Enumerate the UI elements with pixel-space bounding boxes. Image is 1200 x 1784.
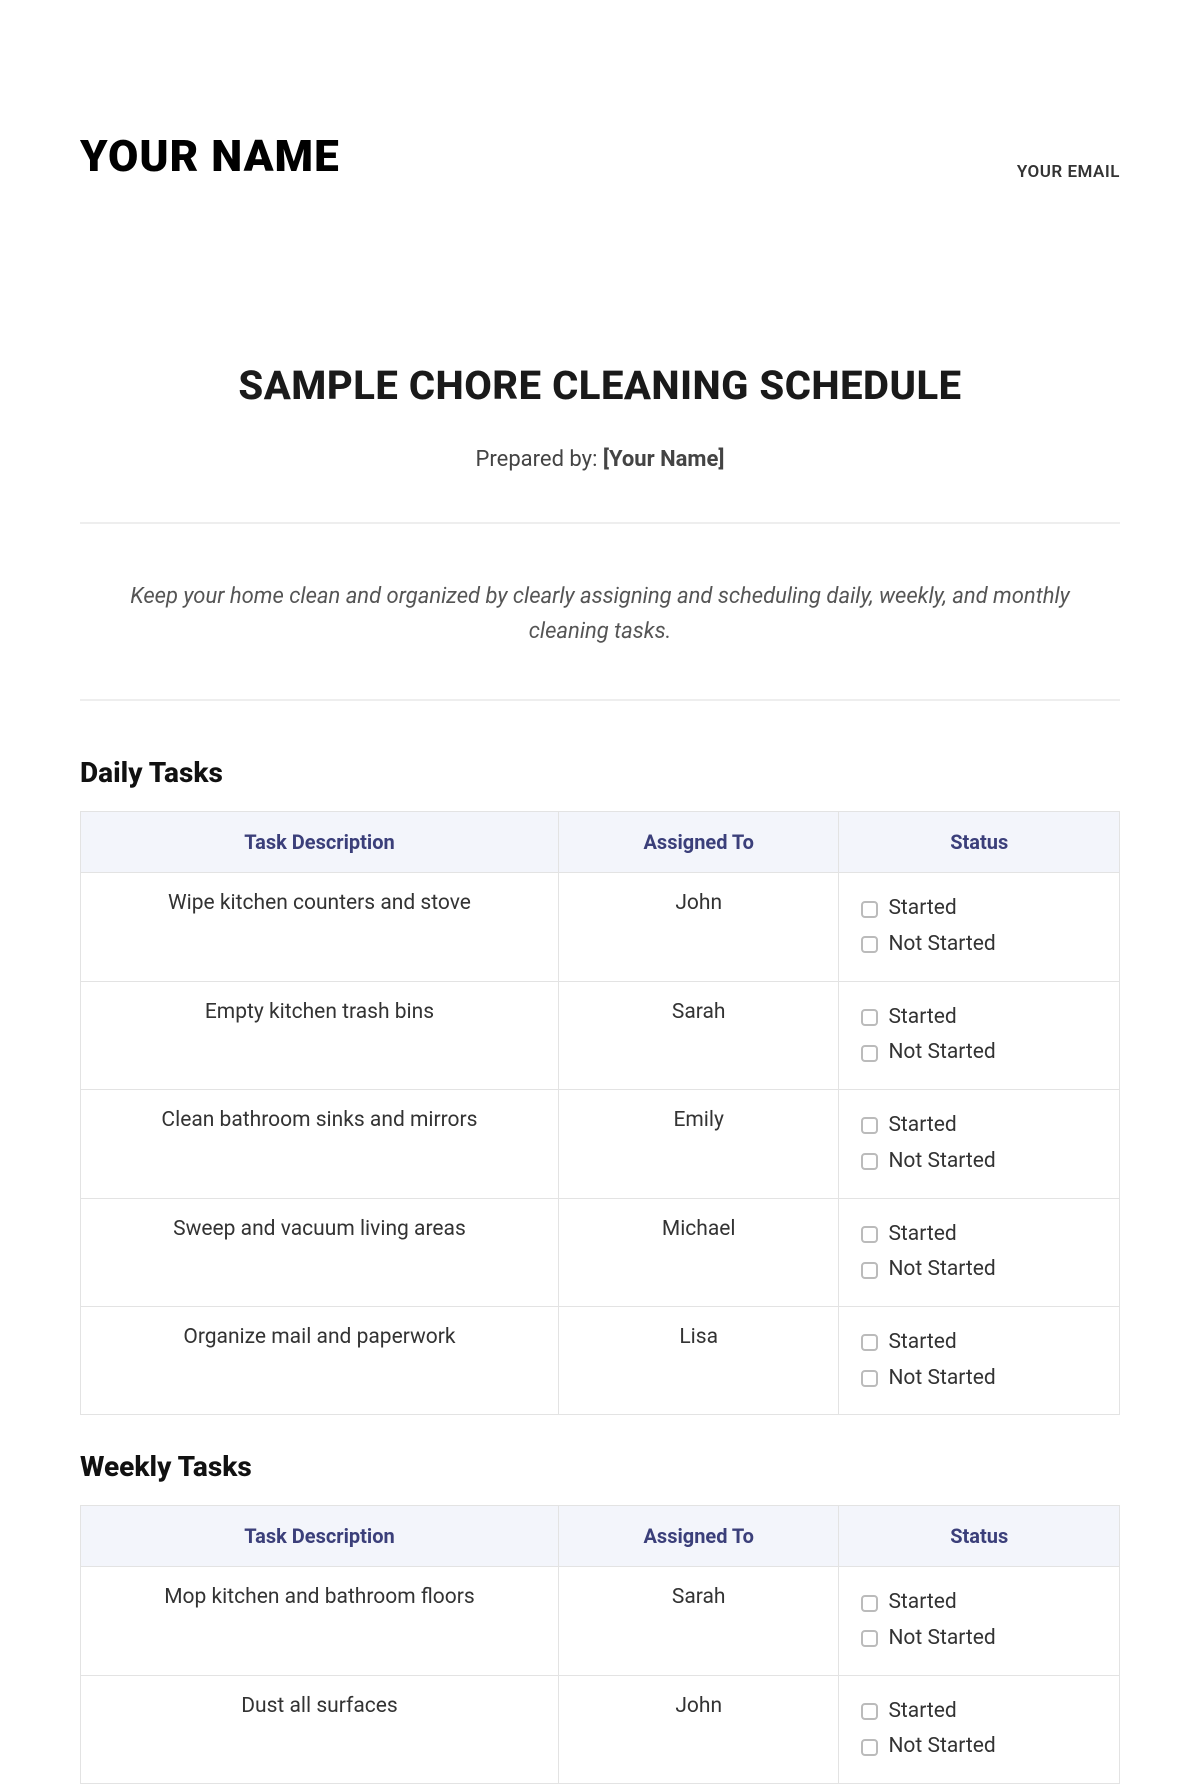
task-description: Mop kitchen and bathroom floors bbox=[81, 1567, 559, 1675]
status-option: Started bbox=[861, 891, 1103, 927]
task-description: Organize mail and paperwork bbox=[81, 1306, 559, 1414]
checkbox-icon[interactable] bbox=[861, 1009, 878, 1026]
status-label: Started bbox=[888, 891, 956, 927]
prepared-by-value: [Your Name] bbox=[603, 447, 725, 472]
checkbox-icon[interactable] bbox=[861, 1630, 878, 1647]
assigned-to: John bbox=[558, 1675, 839, 1783]
status-label: Started bbox=[888, 1000, 956, 1036]
status-label: Not Started bbox=[888, 1144, 995, 1180]
column-header-status: Status bbox=[839, 812, 1120, 873]
checkbox-icon[interactable] bbox=[861, 1739, 878, 1756]
status-label: Not Started bbox=[888, 1361, 995, 1397]
status-label: Started bbox=[888, 1585, 956, 1621]
assigned-to: Sarah bbox=[558, 981, 839, 1089]
task-description: Dust all surfaces bbox=[81, 1675, 559, 1783]
status-cell: StartedNot Started bbox=[839, 1567, 1120, 1675]
column-header-task: Task Description bbox=[81, 1506, 559, 1567]
prepared-by: Prepared by: [Your Name] bbox=[80, 447, 1120, 472]
status-label: Not Started bbox=[888, 1621, 995, 1657]
document-title: SAMPLE CHORE CLEANING SCHEDULE bbox=[80, 362, 1120, 409]
status-label: Started bbox=[888, 1217, 956, 1253]
column-header-status: Status bbox=[839, 1506, 1120, 1567]
document-page: YOUR NAME YOUR EMAIL SAMPLE CHORE CLEANI… bbox=[0, 0, 1200, 1784]
status-label: Not Started bbox=[888, 1729, 995, 1765]
table-row: Dust all surfacesJohnStartedNot Started bbox=[81, 1675, 1120, 1783]
checkbox-icon[interactable] bbox=[861, 1045, 878, 1062]
status-label: Started bbox=[888, 1108, 956, 1144]
task-description: Sweep and vacuum living areas bbox=[81, 1198, 559, 1306]
checkbox-icon[interactable] bbox=[861, 1262, 878, 1279]
assigned-to: Sarah bbox=[558, 1567, 839, 1675]
status-label: Started bbox=[888, 1694, 956, 1730]
assigned-to: Lisa bbox=[558, 1306, 839, 1414]
status-option: Not Started bbox=[861, 1621, 1103, 1657]
status-cell: StartedNot Started bbox=[839, 873, 1120, 981]
table-row: Empty kitchen trash binsSarahStartedNot … bbox=[81, 981, 1120, 1089]
section-title: Daily Tasks bbox=[80, 756, 1120, 789]
checkbox-icon[interactable] bbox=[861, 936, 878, 953]
task-table: Task DescriptionAssigned ToStatusMop kit… bbox=[80, 1505, 1120, 1784]
column-header-assigned: Assigned To bbox=[558, 812, 839, 873]
task-description: Clean bathroom sinks and mirrors bbox=[81, 1090, 559, 1198]
section-title: Weekly Tasks bbox=[80, 1450, 1120, 1483]
brand-name: YOUR NAME bbox=[80, 130, 340, 182]
checkbox-icon[interactable] bbox=[861, 1595, 878, 1612]
task-description: Empty kitchen trash bins bbox=[81, 981, 559, 1089]
checkbox-icon[interactable] bbox=[861, 1370, 878, 1387]
task-table: Task DescriptionAssigned ToStatusWipe ki… bbox=[80, 811, 1120, 1415]
status-option: Not Started bbox=[861, 1729, 1103, 1765]
status-option: Not Started bbox=[861, 1361, 1103, 1397]
status-option: Not Started bbox=[861, 1035, 1103, 1071]
status-label: Not Started bbox=[888, 1252, 995, 1288]
intro-text: Keep your home clean and organized by cl… bbox=[120, 579, 1080, 649]
divider bbox=[80, 699, 1120, 701]
column-header-task: Task Description bbox=[81, 812, 559, 873]
assigned-to: Emily bbox=[558, 1090, 839, 1198]
sections-container: Daily TasksTask DescriptionAssigned ToSt… bbox=[80, 756, 1120, 1784]
header: YOUR NAME YOUR EMAIL bbox=[80, 130, 1120, 182]
status-option: Started bbox=[861, 1108, 1103, 1144]
status-cell: StartedNot Started bbox=[839, 981, 1120, 1089]
table-row: Sweep and vacuum living areasMichaelStar… bbox=[81, 1198, 1120, 1306]
status-option: Not Started bbox=[861, 1252, 1103, 1288]
status-cell: StartedNot Started bbox=[839, 1090, 1120, 1198]
assigned-to: Michael bbox=[558, 1198, 839, 1306]
email-label: YOUR EMAIL bbox=[1017, 162, 1120, 182]
status-option: Started bbox=[861, 1694, 1103, 1730]
table-row: Organize mail and paperworkLisaStartedNo… bbox=[81, 1306, 1120, 1414]
table-row: Clean bathroom sinks and mirrorsEmilySta… bbox=[81, 1090, 1120, 1198]
checkbox-icon[interactable] bbox=[861, 1703, 878, 1720]
status-option: Not Started bbox=[861, 927, 1103, 963]
status-label: Not Started bbox=[888, 1035, 995, 1071]
status-label: Not Started bbox=[888, 927, 995, 963]
status-option: Started bbox=[861, 1000, 1103, 1036]
task-description: Wipe kitchen counters and stove bbox=[81, 873, 559, 981]
prepared-by-label: Prepared by: bbox=[476, 447, 603, 472]
divider bbox=[80, 522, 1120, 524]
status-cell: StartedNot Started bbox=[839, 1675, 1120, 1783]
status-cell: StartedNot Started bbox=[839, 1198, 1120, 1306]
assigned-to: John bbox=[558, 873, 839, 981]
column-header-assigned: Assigned To bbox=[558, 1506, 839, 1567]
status-option: Started bbox=[861, 1325, 1103, 1361]
status-option: Started bbox=[861, 1585, 1103, 1621]
checkbox-icon[interactable] bbox=[861, 1117, 878, 1134]
status-option: Not Started bbox=[861, 1144, 1103, 1180]
status-option: Started bbox=[861, 1217, 1103, 1253]
checkbox-icon[interactable] bbox=[861, 901, 878, 918]
table-row: Mop kitchen and bathroom floorsSarahStar… bbox=[81, 1567, 1120, 1675]
checkbox-icon[interactable] bbox=[861, 1153, 878, 1170]
checkbox-icon[interactable] bbox=[861, 1226, 878, 1243]
status-cell: StartedNot Started bbox=[839, 1306, 1120, 1414]
checkbox-icon[interactable] bbox=[861, 1334, 878, 1351]
status-label: Started bbox=[888, 1325, 956, 1361]
table-row: Wipe kitchen counters and stoveJohnStart… bbox=[81, 873, 1120, 981]
